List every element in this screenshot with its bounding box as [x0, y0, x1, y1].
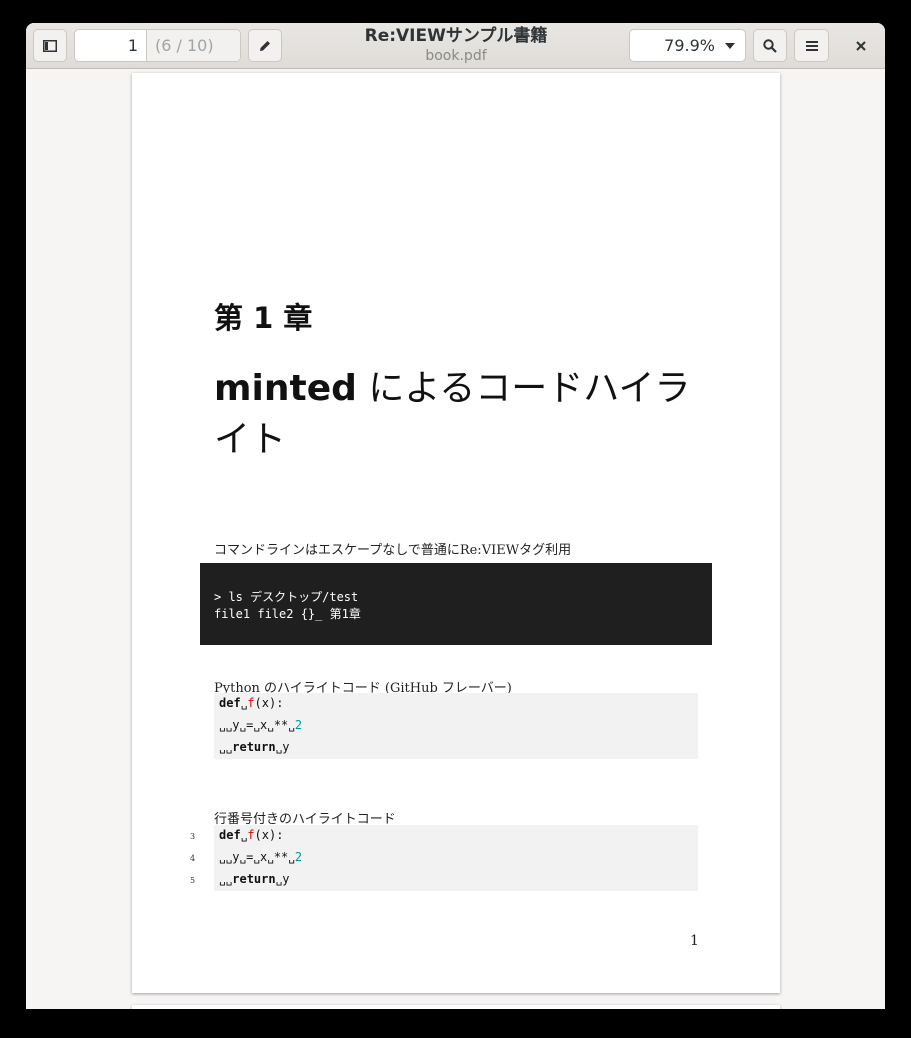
chapter-title-line1: によるコードハイラ: [356, 368, 691, 409]
window-title-area: Re:VIEWサンプル書籍 book.pdf: [306, 25, 606, 65]
hamburger-menu-icon: [805, 40, 818, 51]
document-filename: book.pdf: [425, 48, 487, 64]
code-line: ␣␣return␣y: [219, 872, 290, 886]
header-bar: 1 (6 / 10) Re:VIEWサンプル書籍 book.pdf 79.9%: [26, 23, 885, 69]
close-window-button[interactable]: [846, 31, 876, 61]
document-view[interactable]: 第 1 章 minted によるコードハイライト コマンドラインはエスケープなし…: [26, 69, 885, 1009]
pdf-page: 第 1 章 minted によるコードハイライト コマンドラインはエスケープなし…: [132, 73, 780, 993]
paragraph-commandline: コマンドラインはエスケープなしで普通にRe:VIEWタグ利用: [214, 543, 572, 558]
code-line: def␣f(x):: [219, 696, 284, 710]
annotate-button[interactable]: [248, 29, 282, 62]
terminal-line: > ls デスクトップ/test: [214, 590, 359, 604]
code-line: ␣␣return␣y: [219, 740, 290, 754]
sidebar-toggle-button[interactable]: [33, 29, 67, 62]
search-icon: [763, 38, 777, 53]
page-navigation: 1 (6 / 10): [74, 29, 241, 62]
line-number: 5: [190, 876, 196, 885]
zoom-value: 79.9%: [664, 36, 715, 55]
line-number: 4: [190, 854, 196, 863]
document-viewer-window: 1 (6 / 10) Re:VIEWサンプル書籍 book.pdf 79.9% …: [26, 23, 885, 1009]
menu-button[interactable]: [794, 29, 829, 62]
zoom-selector[interactable]: 79.9%: [629, 29, 746, 62]
code-line: def␣f(x):: [219, 828, 284, 842]
document-title: Re:VIEWサンプル書籍: [364, 26, 548, 46]
code-line: ␣␣y␣=␣x␣**␣2: [219, 718, 303, 732]
pdf-next-page: [132, 1005, 780, 1009]
chevron-down-icon: [725, 43, 735, 49]
close-icon: [856, 41, 866, 51]
chapter-title-latin: minted: [214, 368, 357, 409]
chapter-number: 第 1 章: [214, 301, 313, 335]
page-number-input[interactable]: 1: [75, 30, 147, 61]
pencil-icon: [260, 40, 270, 51]
terminal-block: > ls デスクトップ/test file1 file2 {}_ 第1章: [200, 563, 712, 645]
line-number: 3: [190, 832, 196, 841]
sidebar-toggle-icon: [43, 39, 57, 52]
chapter-title-line2: イト: [214, 419, 287, 460]
page-folio: 1: [690, 933, 699, 949]
terminal-line: file1 file2 {}_ 第1章: [214, 607, 361, 621]
code-block: def␣f(x): ␣␣y␣=␣x␣**␣2 ␣␣return␣y: [214, 693, 698, 759]
code-line: ␣␣y␣=␣x␣**␣2: [219, 850, 303, 864]
code-block-numbered: def␣f(x): ␣␣y␣=␣x␣**␣2 ␣␣return␣y: [214, 825, 698, 891]
search-button[interactable]: [753, 29, 787, 62]
chapter-title: minted によるコードハイライト: [214, 363, 694, 465]
page-count-label: (6 / 10): [147, 30, 240, 61]
